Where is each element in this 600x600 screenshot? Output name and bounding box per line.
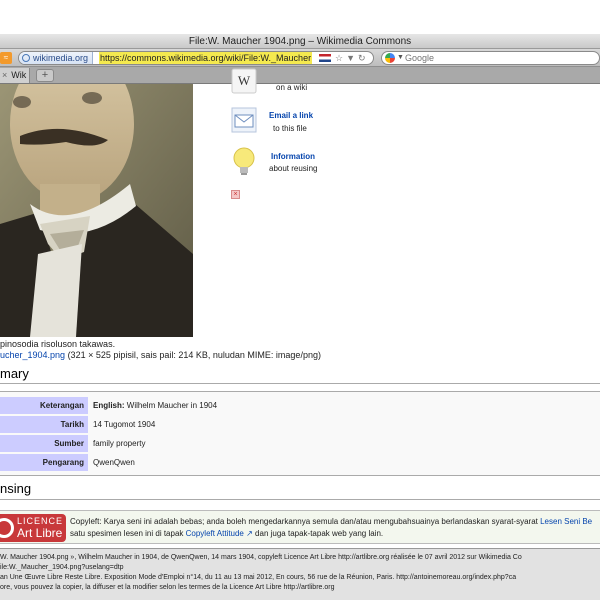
svg-text:W: W xyxy=(238,73,251,88)
use-on-wiki-subtitle: on a wiki xyxy=(276,83,308,92)
tab-label: Wik xyxy=(11,70,27,80)
site-identity-button[interactable]: wikimedia.org xyxy=(19,52,94,64)
email-icon xyxy=(231,107,257,133)
file-info: ucher_1904.png (321 × 525 pipisil, sais … xyxy=(0,350,321,360)
summary-heading: mary xyxy=(0,366,29,381)
search-input[interactable] xyxy=(405,52,585,64)
window-title: File:W. Maucher 1904.png – Wikimedia Com… xyxy=(0,34,600,49)
globe-icon xyxy=(22,54,30,62)
summary-divider xyxy=(0,383,600,384)
information-subtitle: about reusing xyxy=(269,164,318,173)
table-row-value: family property xyxy=(93,439,146,448)
license-line-1: Copyleft: Karya seni ini adalah bebas; a… xyxy=(70,517,593,526)
wiki-icon: W xyxy=(231,68,257,94)
lightbulb-icon xyxy=(231,146,257,175)
use-on-wiki-item[interactable]: W on a wiki xyxy=(231,68,331,100)
table-row-key: Keterangan xyxy=(0,397,88,414)
status-line: ile:W._Maucher_1904.png?uselang=dtp xyxy=(0,564,124,571)
email-link-subtitle: to this file xyxy=(273,124,307,133)
table-row-key: Pengarang xyxy=(0,454,88,471)
language-flag-icon xyxy=(319,54,331,62)
site-identity-label: wikimedia.org xyxy=(33,53,89,63)
licensing-heading: nsing xyxy=(0,481,32,496)
url-text[interactable]: https://commons.wikimedia.org/wiki/File:… xyxy=(99,52,313,64)
image-caption: pinosodia risoluson takawas. xyxy=(0,339,116,349)
bookmark-star-icon[interactable]: ☆ xyxy=(335,53,346,63)
table-row: Tarikh 14 Tugomot 1904 xyxy=(0,415,600,434)
copyleft-attitude-link[interactable]: Copyleft Attitude xyxy=(186,529,244,538)
summary-table: Keterangan English: Wilhelm Maucher in 1… xyxy=(0,391,600,476)
status-line: ore, vous pouvez la copier, la diffuser … xyxy=(0,584,335,591)
search-bar[interactable]: ▼ xyxy=(381,51,600,65)
tab-wikimedia[interactable]: × Wik xyxy=(0,68,30,83)
status-bar: W. Maucher 1904.png », Wilhelm Maucher i… xyxy=(0,548,600,600)
information-title[interactable]: Information xyxy=(271,152,315,161)
licensing-divider xyxy=(0,499,600,500)
table-row: Pengarang QwenQwen xyxy=(0,453,600,472)
author-link[interactable]: QwenQwen xyxy=(93,454,135,471)
dropdown-icon[interactable]: ▼ xyxy=(346,53,358,63)
url-bar[interactable]: wikimedia.org https://commons.wikimedia.… xyxy=(18,51,374,65)
email-link-item[interactable]: Email a link to this file xyxy=(231,107,331,137)
new-tab-button[interactable]: + xyxy=(36,69,54,82)
reload-icon[interactable]: ↻ xyxy=(358,53,369,63)
information-item[interactable]: Information about reusing xyxy=(231,146,331,180)
table-row-value: English: Wilhelm Maucher in 1904 xyxy=(93,401,218,410)
navigation-bar: ≈ wikimedia.org https://commons.wikimedi… xyxy=(0,49,600,67)
art-libre-license-link[interactable]: Lesen Seni Be xyxy=(540,517,592,526)
license-box: LICENCE Art Libre Copyleft: Karya seni i… xyxy=(0,510,600,544)
external-link-icon: ↗ xyxy=(243,529,253,538)
licence-art-libre-logo[interactable]: LICENCE Art Libre xyxy=(0,514,66,542)
table-row: Keterangan English: Wilhelm Maucher in 1… xyxy=(0,396,600,415)
full-resolution-link[interactable]: ucher_1904.png xyxy=(0,350,65,360)
email-link-title[interactable]: Email a link xyxy=(269,111,313,120)
file-image[interactable] xyxy=(0,84,193,337)
file-details: (321 × 525 pipisil, sais pail: 214 KB, n… xyxy=(65,350,321,360)
table-row-key: Tarikh xyxy=(0,416,88,433)
broken-image-icon: × xyxy=(231,190,240,199)
status-line: an Une Œuvre Libre Reste Libre. Expositi… xyxy=(0,574,517,581)
table-row-key: Sumber xyxy=(0,435,88,452)
google-icon[interactable] xyxy=(385,53,395,63)
close-tab-icon[interactable]: × xyxy=(2,70,7,80)
table-row: Sumber family property xyxy=(0,434,600,453)
status-line: W. Maucher 1904.png », Wilhelm Maucher i… xyxy=(0,554,522,561)
portrait-photo xyxy=(0,84,193,337)
rss-icon[interactable]: ≈ xyxy=(0,52,12,64)
license-line-2: satu spesimen lesen ini di tapak Copylef… xyxy=(70,529,384,538)
table-row-value: 14 Tugomot 1904 xyxy=(93,420,156,429)
search-engine-caret-icon[interactable]: ▼ xyxy=(397,52,404,64)
